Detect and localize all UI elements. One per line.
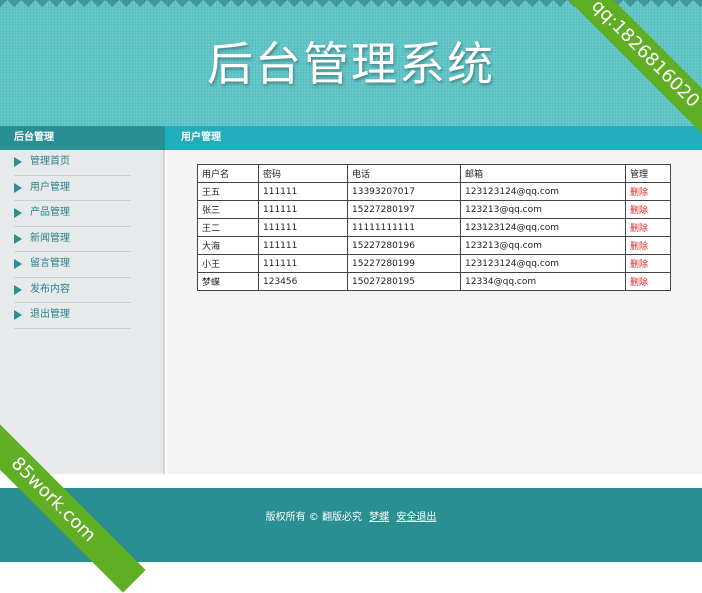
- cell-action: 删除: [625, 200, 671, 219]
- cell-email: 123213@qq.com: [460, 200, 626, 219]
- cell-password: 111111: [258, 218, 348, 237]
- cell-email: 123123124@qq.com: [460, 218, 626, 237]
- table-row: 王二 111111 11111111111 123123124@qq.com 删…: [197, 218, 671, 237]
- cell-password: 111111: [258, 182, 348, 201]
- users-table: 用户名 密码 电话 邮箱 管理 王五 111111 13393207017 12…: [197, 164, 671, 291]
- sidebar-item-label: 产品管理: [30, 207, 70, 218]
- table-header-row: 用户名 密码 电话 邮箱 管理: [197, 164, 671, 183]
- cell-action: 删除: [625, 182, 671, 201]
- cell-username: 梦蝶: [197, 272, 259, 291]
- delete-link[interactable]: 删除: [630, 206, 648, 216]
- arrow-right-icon: [14, 182, 22, 193]
- cell-email: 123123124@qq.com: [460, 182, 626, 201]
- column-header: 管理: [625, 164, 671, 183]
- table-row: 王五 111111 13393207017 123123124@qq.com 删…: [197, 182, 671, 201]
- cell-phone: 13393207017: [347, 182, 461, 201]
- cell-action: 删除: [625, 272, 671, 291]
- sidebar-item-label: 用户管理: [30, 181, 70, 193]
- sidebar-item-label: 发布内容: [30, 283, 70, 295]
- cell-phone: 15027280195: [347, 272, 461, 291]
- sidebar-item-label: 管理首页: [30, 156, 70, 167]
- cell-password: 123456: [258, 272, 348, 291]
- arrow-right-icon: [14, 310, 22, 320]
- footer-logout-link[interactable]: 安全退出: [396, 512, 436, 523]
- sidebar-item-users[interactable]: 用户管理: [14, 176, 131, 201]
- arrow-right-icon: [14, 284, 22, 295]
- arrow-right-icon: [14, 208, 22, 218]
- cell-password: 111111: [258, 200, 348, 219]
- delete-link[interactable]: 删除: [630, 260, 648, 270]
- sidebar-title: 后台管理: [0, 126, 165, 150]
- cell-action: 删除: [625, 218, 671, 237]
- cell-username: 王五: [197, 182, 259, 201]
- cell-email: 12334@qq.com: [460, 272, 626, 291]
- sidebar-item-products[interactable]: 产品管理: [14, 201, 131, 227]
- delete-link[interactable]: 删除: [630, 224, 648, 234]
- sidebar-item-messages[interactable]: 留言管理: [14, 252, 131, 278]
- delete-link[interactable]: 删除: [630, 242, 648, 252]
- footer-user-link[interactable]: 梦蝶: [369, 512, 389, 523]
- sidebar-item-news[interactable]: 新闻管理: [14, 227, 131, 252]
- sidebar-item-label: 退出管理: [30, 309, 70, 320]
- table-row: 大海 111111 15227280196 123213@qq.com 删除: [197, 236, 671, 255]
- column-header: 邮箱: [460, 164, 626, 183]
- cell-email: 123213@qq.com: [460, 236, 626, 255]
- column-header: 用户名: [197, 164, 259, 183]
- arrow-right-icon: [14, 233, 22, 244]
- arrow-right-icon: [14, 157, 22, 167]
- cell-username: 大海: [197, 236, 259, 255]
- main-content: 用户名 密码 电话 邮箱 管理 王五 111111 13393207017 12…: [167, 150, 702, 474]
- arrow-right-icon: [14, 259, 22, 269]
- site-title: 后台管理系统: [207, 37, 495, 91]
- sidebar-item-home[interactable]: 管理首页: [14, 150, 131, 176]
- sidebar-item-logout[interactable]: 退出管理: [14, 303, 131, 329]
- cell-username: 小王: [197, 254, 259, 273]
- sidebar: 管理首页 用户管理 产品管理 新闻管理 留言管理 发布内容 退出管理: [0, 150, 165, 474]
- cell-action: 删除: [625, 254, 671, 273]
- sidebar-item-label: 留言管理: [30, 258, 70, 269]
- table-row: 梦蝶 123456 15027280195 12334@qq.com 删除: [197, 272, 671, 291]
- cell-username: 王二: [197, 218, 259, 237]
- cell-email: 123123124@qq.com: [460, 254, 626, 273]
- column-header: 电话: [347, 164, 461, 183]
- table-row: 张三 111111 15227280197 123213@qq.com 删除: [197, 200, 671, 219]
- cell-action: 删除: [625, 236, 671, 255]
- cell-phone: 15227280196: [347, 236, 461, 255]
- cell-phone: 15227280197: [347, 200, 461, 219]
- content-footer-gap: [0, 474, 702, 488]
- table-row: 小王 111111 15227280199 123123124@qq.com 删…: [197, 254, 671, 273]
- delete-link[interactable]: 删除: [630, 278, 648, 288]
- sidebar-item-label: 新闻管理: [30, 232, 70, 244]
- column-header: 密码: [258, 164, 348, 183]
- sidebar-item-publish[interactable]: 发布内容: [14, 278, 131, 303]
- main-title: 用户管理: [165, 126, 702, 150]
- cell-password: 111111: [258, 254, 348, 273]
- cell-password: 111111: [258, 236, 348, 255]
- cell-phone: 15227280199: [347, 254, 461, 273]
- cell-phone: 11111111111: [347, 218, 461, 237]
- footer-copyright: 版权所有 © 翻版必究: [265, 512, 362, 523]
- cell-username: 张三: [197, 200, 259, 219]
- delete-link[interactable]: 删除: [630, 188, 648, 198]
